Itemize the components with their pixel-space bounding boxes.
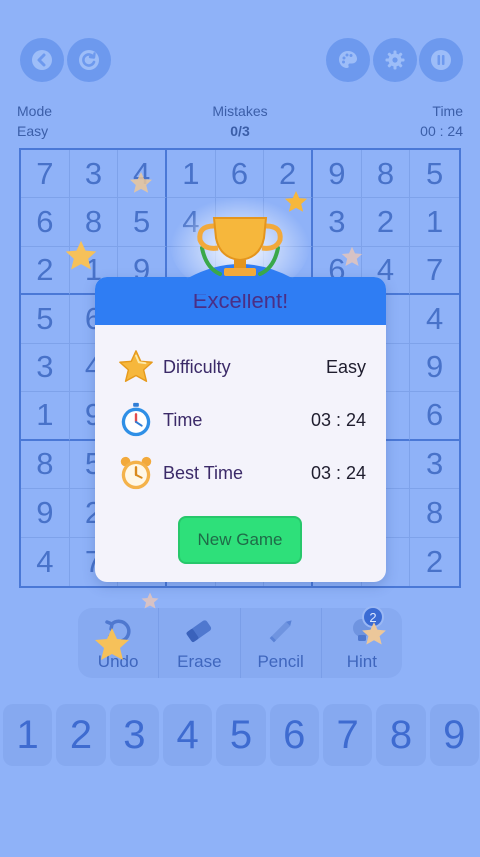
decorative-star-icon xyxy=(341,246,363,266)
number-key-6[interactable]: 6 xyxy=(269,704,319,766)
palette-icon xyxy=(339,51,357,68)
decorative-star-icon xyxy=(95,628,129,660)
number-key-3[interactable]: 3 xyxy=(109,704,159,766)
number-key-1[interactable]: 1 xyxy=(3,704,53,766)
number-key-4[interactable]: 4 xyxy=(162,704,213,766)
best-time-row: Best Time 03 : 24 xyxy=(95,451,386,495)
grid-cell[interactable]: 9 xyxy=(21,489,70,538)
number-key-7[interactable]: 7 xyxy=(322,704,373,766)
erase-label: Erase xyxy=(177,652,222,671)
grid-cell[interactable]: 9 xyxy=(313,150,362,199)
number-key-8[interactable]: 8 xyxy=(376,704,426,766)
star-icon xyxy=(119,350,153,382)
grid-cell[interactable]: 7 xyxy=(410,247,459,296)
grid-cell[interactable]: 8 xyxy=(361,150,411,199)
difficulty-label: Difficulty xyxy=(163,356,231,377)
alarm-clock-icon xyxy=(120,456,152,490)
number-pad: 123456789 xyxy=(3,704,479,766)
decorative-star-icon xyxy=(284,190,308,212)
decorative-star-icon xyxy=(129,171,153,193)
time-value: 00 : 24 xyxy=(420,123,463,139)
grid-cell[interactable]: 1 xyxy=(21,392,70,441)
number-key-2[interactable]: 2 xyxy=(56,704,106,766)
best-time-value: 03 : 24 xyxy=(310,462,366,483)
grid-cell[interactable]: 3 xyxy=(410,441,459,490)
mistakes-value: 0/3 xyxy=(230,123,250,139)
grid-cell[interactable]: 3 xyxy=(21,343,70,393)
theme-button[interactable] xyxy=(326,38,370,82)
pencil-button[interactable]: Pencil xyxy=(239,608,321,678)
grid-cell[interactable]: 2 xyxy=(361,198,411,247)
gear-icon xyxy=(385,50,405,70)
grid-cell[interactable]: 2 xyxy=(410,538,459,586)
arrow-left-icon xyxy=(32,50,52,70)
grid-cell[interactable]: 5 xyxy=(21,295,70,344)
restart-button[interactable] xyxy=(67,38,111,82)
grid-cell[interactable]: 9 xyxy=(410,344,459,393)
best-time-label: Best Time xyxy=(163,462,244,483)
mistakes-label: Mistakes xyxy=(212,103,268,119)
grid-cell[interactable]: 3 xyxy=(313,198,362,247)
difficulty-value: Easy xyxy=(325,356,366,377)
time-stat-label: Time xyxy=(163,409,203,430)
grid-cell[interactable]: 7 xyxy=(21,150,70,199)
back-button[interactable] xyxy=(20,38,64,82)
time-label: Time xyxy=(432,103,463,119)
new-game-button[interactable]: New Game xyxy=(178,516,302,564)
erase-button[interactable]: Erase xyxy=(158,608,239,678)
decorative-star-icon xyxy=(362,622,386,645)
number-key-9[interactable]: 9 xyxy=(429,704,479,766)
grid-cell[interactable]: 4 xyxy=(21,537,70,586)
grid-cell[interactable]: 5 xyxy=(410,150,459,199)
pause-button[interactable] xyxy=(419,38,463,82)
grid-cell[interactable]: 1 xyxy=(410,198,459,247)
decorative-star-icon xyxy=(141,592,159,609)
hint-label: Hint xyxy=(346,652,377,671)
number-key-5[interactable]: 5 xyxy=(216,704,266,766)
time-stat-value: 03 : 24 xyxy=(310,409,366,430)
grid-cell[interactable]: 3 xyxy=(69,150,119,199)
game-info-bar: Mode Easy Mistakes 0/3 Time 00 : 24 xyxy=(0,103,480,141)
pause-icon xyxy=(431,50,451,70)
pencil-icon xyxy=(269,620,292,643)
difficulty-row: Difficulty Easy xyxy=(95,345,386,389)
pencil-label: Pencil xyxy=(257,652,304,671)
time-row: Time 03 : 24 xyxy=(95,398,386,442)
grid-cell[interactable]: 6 xyxy=(410,392,459,441)
grid-cell[interactable]: 4 xyxy=(410,295,459,344)
stopwatch-icon xyxy=(121,402,151,437)
restart-icon xyxy=(79,50,99,70)
completion-dialog: Excellent! Difficulty Easy Time 03 : 24 … xyxy=(95,277,386,582)
settings-button[interactable] xyxy=(373,38,417,82)
eraser-icon xyxy=(186,620,212,643)
decorative-star-icon xyxy=(65,240,97,270)
grid-cell[interactable]: 8 xyxy=(410,489,459,538)
grid-cell[interactable]: 8 xyxy=(21,440,70,490)
